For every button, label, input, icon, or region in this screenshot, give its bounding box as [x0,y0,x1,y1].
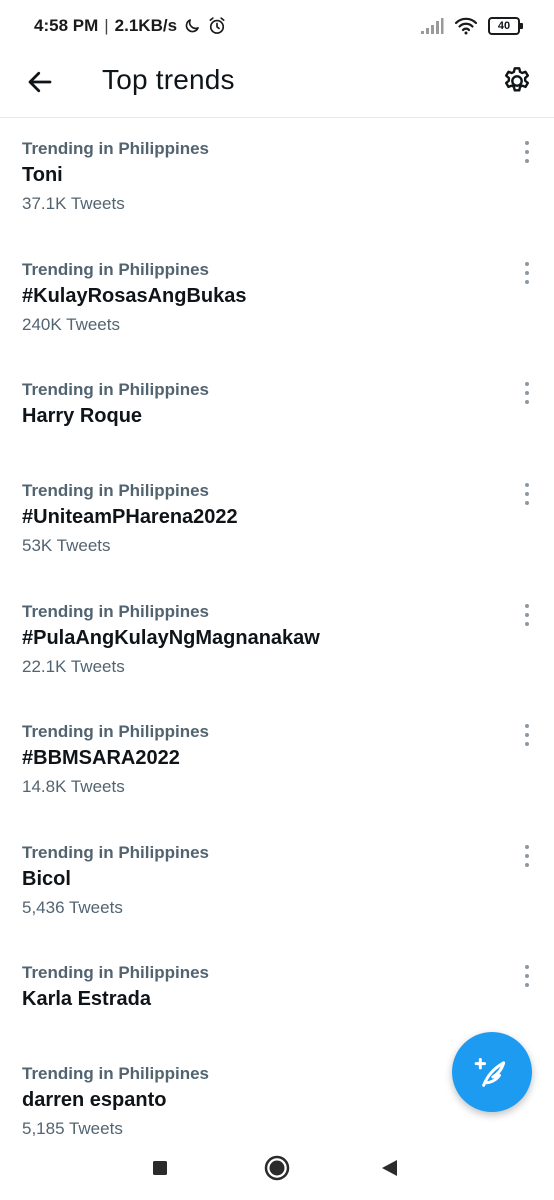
more-dot-icon [525,492,529,496]
trend-name: Bicol [22,867,71,890]
trend-context: Trending in Philippines [22,259,210,279]
arrow-left-icon [28,71,52,93]
more-dot-icon [525,621,529,626]
more-options-button[interactable] [520,724,534,746]
more-dot-icon [525,391,529,395]
trend-count: 5,436 Tweets [22,897,123,917]
trend-item[interactable]: Trending in Philippines #PulaAngKulayNgM… [0,582,554,703]
more-dot-icon [525,279,529,284]
more-options-button[interactable] [520,261,534,284]
trend-count: 240K Tweets [22,314,120,334]
more-dot-icon [525,853,529,858]
more-dot-icon [525,844,529,849]
trend-item[interactable]: Trending in Philippines Harry Roque [0,360,554,461]
page-title: Top trends [102,64,235,95]
more-dot-icon [525,983,529,987]
square-recents-icon [153,1161,167,1175]
trend-context: Trending in Philippines [22,601,210,621]
trend-count: 5,185 Tweets [22,1119,123,1136]
compose-tweet-button[interactable] [452,1032,532,1112]
wifi-icon [454,17,478,35]
system-nav-bar [0,1136,554,1200]
more-dot-icon [525,862,529,867]
status-bar: 4:58 PM | 2.1KB/s 40 [0,0,554,52]
trend-item[interactable]: Trending in Philippines #UniteamPHarena2… [0,461,554,582]
trend-context: Trending in Philippines [22,380,210,399]
status-left: 4:58 PM | 2.1KB/s [34,16,227,36]
more-dot-icon [525,724,529,728]
trend-item[interactable]: Trending in Philippines #KulayRosasAngBu… [0,240,554,361]
trend-name: Karla Estrada [22,988,151,1010]
trend-name: #UniteamPHarena2022 [22,506,238,528]
trend-count: 22.1K Tweets [22,656,125,676]
trend-name: #KulayRosasAngBukas [22,284,247,307]
more-dot-icon [525,400,529,404]
circle-home-icon [264,1155,290,1181]
signal-icon [421,18,444,34]
more-options-button[interactable] [520,141,534,163]
trend-context: Trending in Philippines [22,722,210,741]
more-options-button[interactable] [520,603,534,626]
more-dot-icon [525,270,529,275]
more-options-button[interactable] [520,965,534,987]
more-dot-icon [525,501,529,505]
trend-item[interactable]: Trending in Philippines #BBMSARA2022 14.… [0,702,554,823]
more-dot-icon [525,141,529,145]
status-right: 40 [420,17,523,35]
trend-count: 53K Tweets [22,536,111,555]
triangle-back-icon [382,1160,397,1176]
status-separator: | [104,16,109,35]
back-button[interactable] [24,66,56,98]
more-dot-icon [525,382,529,386]
trend-name: Toni [22,164,63,186]
battery-icon: 40 [488,17,523,35]
more-dot-icon [525,150,529,154]
status-time: 4:58 PM [34,16,99,35]
trend-item[interactable]: Trending in Philippines Bicol 5,436 Twee… [0,823,554,944]
more-dot-icon [525,159,529,163]
more-options-button[interactable] [520,844,534,867]
more-dot-icon [525,733,529,737]
more-options-button[interactable] [520,483,534,505]
trend-name: #BBMSARA2022 [22,747,180,769]
gear-icon [505,67,529,92]
trend-context: Trending in Philippines [22,842,210,862]
network-speed: 2.1KB/s [114,16,178,35]
trend-name: Harry Roque [22,405,143,427]
moon-icon [185,19,199,33]
more-dot-icon [525,612,529,617]
more-dot-icon [525,742,529,746]
trend-name: #PulaAngKulayNgMagnanakaw [22,626,320,649]
more-dot-icon [525,261,529,266]
more-dot-icon [525,965,529,969]
battery-level: 40 [497,20,511,32]
more-dot-icon [525,483,529,487]
trend-count: 37.1K Tweets [22,194,125,213]
trend-item[interactable]: Trending in Philippines Toni 37.1K Tweet… [0,119,554,240]
trend-context: Trending in Philippines [22,481,210,500]
trends-list: Trending in Philippines Toni 37.1K Tweet… [0,119,554,1136]
trend-item[interactable]: Trending in Philippines Karla Estrada [0,943,554,1044]
back-nav-button[interactable] [372,1150,408,1186]
trend-context: Trending in Philippines [22,139,210,158]
more-dot-icon [525,974,529,978]
compose-feather-icon [474,1058,506,1087]
trend-context: Trending in Philippines [22,963,210,982]
trend-count: 14.8K Tweets [22,777,125,796]
alarm-icon [209,17,225,34]
more-dot-icon [525,603,529,608]
home-button[interactable] [259,1150,295,1186]
recents-button[interactable] [142,1150,178,1186]
more-options-button[interactable] [520,382,534,404]
header: Top trends [0,52,554,118]
settings-button[interactable] [500,64,534,98]
